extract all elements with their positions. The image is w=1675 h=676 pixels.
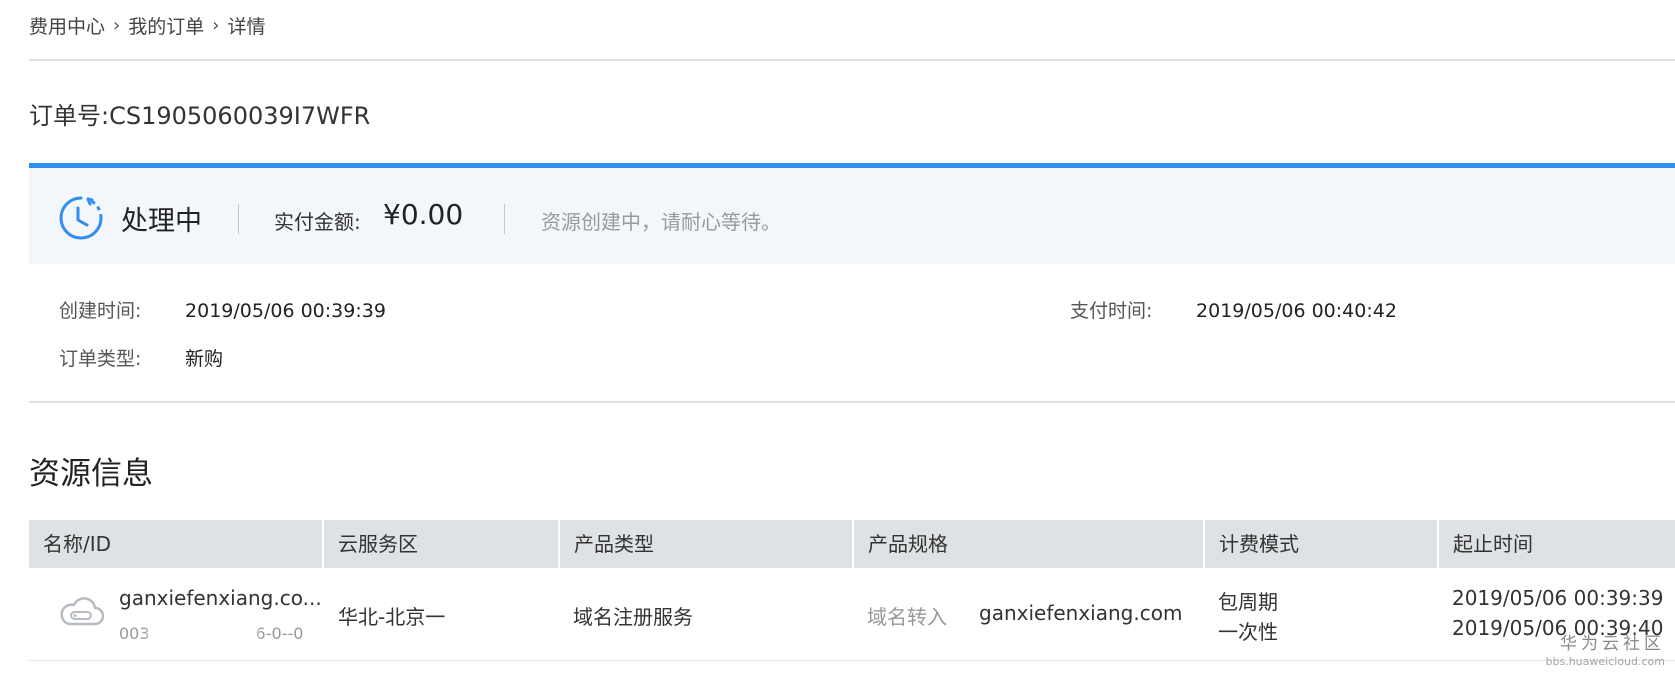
- paid-amount-value: ¥0.00: [383, 198, 464, 231]
- header-divider: [29, 59, 1675, 61]
- table-header: 名称/ID 云服务区 产品类型 产品规格 计费模式 起止时间: [29, 520, 1675, 568]
- resource-region: 华北-北京一: [338, 605, 446, 629]
- status-divider: [504, 204, 505, 234]
- paid-amount-label: 实付金额:: [274, 210, 361, 234]
- resource-id-prefix: 003: [119, 624, 150, 643]
- clock-processing-icon: [59, 196, 103, 240]
- status-note: 资源创建中，请耐心等待。: [541, 210, 781, 234]
- column-header-region: 云服务区: [322, 520, 558, 568]
- watermark-url: bbs.huaweicloud.com: [1545, 655, 1665, 668]
- watermark: 华为云社区 bbs.huaweicloud.com: [1546, 629, 1665, 668]
- created-time-label: 创建时间:: [59, 300, 142, 322]
- order-type-value: 新购: [185, 348, 224, 370]
- breadcrumb-separator-icon: ›: [113, 15, 121, 36]
- breadcrumb-my-orders[interactable]: 我的订单: [128, 12, 204, 39]
- resource-spec-label: 域名转入: [867, 605, 947, 629]
- column-header-product-spec: 产品规格: [852, 520, 1203, 568]
- status-banner: 处理中 实付金额: ¥0.00 资源创建中，请耐心等待。: [29, 163, 1675, 264]
- resource-billing-mode-periodic: 包周期: [1218, 590, 1278, 614]
- column-header-start-end-time: 起止时间: [1437, 520, 1675, 568]
- resources-section-title: 资源信息: [29, 456, 153, 492]
- order-type-row: 订单类型: 新购: [59, 344, 223, 371]
- paid-time-value: 2019/05/06 00:40:42: [1196, 300, 1397, 322]
- breadcrumb: 费用中心 › 我的订单 › 详情: [29, 12, 265, 39]
- breadcrumb-cost-center[interactable]: 费用中心: [29, 12, 105, 39]
- order-type-label: 订单类型:: [59, 348, 142, 370]
- column-header-billing-mode: 计费模式: [1203, 520, 1437, 568]
- table-row: ganxiefenxiang.co... 003 6-0--0 华北-北京一 域名…: [29, 568, 1675, 661]
- created-time-row: 创建时间: 2019/05/06 00:39:39: [59, 296, 386, 323]
- resource-id-suffix: 6-0--0: [255, 624, 304, 643]
- status-divider: [238, 204, 239, 234]
- resource-name-link[interactable]: ganxiefenxiang.co...: [119, 586, 322, 610]
- created-time-value: 2019/05/06 00:39:39: [185, 300, 386, 322]
- status-text: 处理中: [121, 206, 202, 237]
- order-detail-page: 费用中心 › 我的订单 › 详情 订单号:CS1905060039I7WFR 处…: [0, 0, 1675, 676]
- resource-start-time: 2019/05/06 00:39:39: [1452, 586, 1664, 610]
- column-header-name-id: 名称/ID: [43, 532, 112, 556]
- resource-product-type: 域名注册服务: [573, 605, 693, 629]
- breadcrumb-separator-icon: ›: [212, 15, 220, 36]
- cloud-resource-icon: [60, 597, 105, 626]
- redacted-id-blur: [149, 624, 257, 652]
- resources-table: 名称/ID 云服务区 产品类型 产品规格 计费模式 起止时间 ganxiefen…: [29, 520, 1675, 661]
- paid-time-row: 支付时间: 2019/05/06 00:40:42: [1070, 296, 1397, 323]
- column-header-product-type: 产品类型: [558, 520, 852, 568]
- watermark-title: 华为云社区: [1560, 634, 1665, 654]
- resource-billing-mode-once: 一次性: [1218, 620, 1278, 644]
- breadcrumb-current: 详情: [227, 16, 266, 38]
- page-title: 订单号:CS1905060039I7WFR: [29, 102, 371, 130]
- details-divider: [29, 401, 1675, 403]
- resource-spec-value: ganxiefenxiang.com: [979, 601, 1183, 625]
- paid-time-label: 支付时间:: [1070, 300, 1153, 322]
